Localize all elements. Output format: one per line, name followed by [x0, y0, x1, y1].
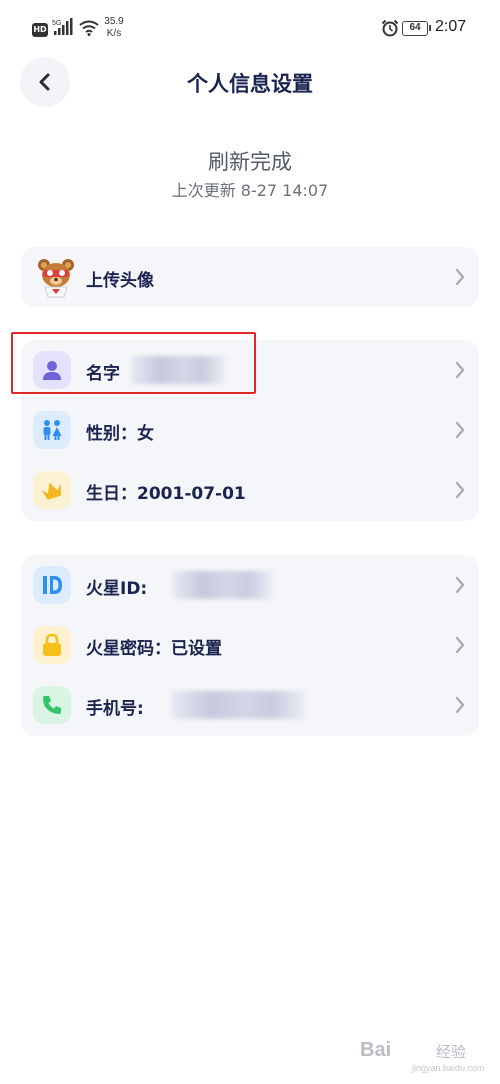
gender-label: 性别：女 [86, 424, 154, 444]
upload-avatar-row[interactable]: 上传头像 [21, 247, 479, 307]
page-title: 个人信息设置 [187, 72, 313, 96]
mars-id-row[interactable]: 火星ID: [21, 555, 479, 615]
gender-row[interactable]: 性别：女 [21, 400, 479, 460]
alarm-icon [381, 19, 399, 37]
chevron-right-icon [455, 268, 465, 286]
watermark-text: 经验 [436, 1043, 467, 1061]
watermark-url: jingyan.baidu.com [412, 1063, 485, 1073]
chevron-right-icon [455, 421, 465, 439]
birthday-row[interactable]: 生日：2001-07-01 [21, 460, 479, 520]
chevron-right-icon [455, 636, 465, 654]
crown-icon [33, 471, 71, 509]
mars-id-label: 火星ID: [86, 579, 148, 599]
id-icon [33, 566, 71, 604]
gender-icon [33, 411, 71, 449]
upload-avatar-label: 上传头像 [86, 271, 154, 291]
phone-row[interactable]: 手机号: [21, 675, 479, 735]
mars-password-label: 火星密码：已设置 [86, 639, 222, 659]
refresh-status: 刷新完成 [208, 150, 292, 174]
highlight-box [11, 332, 256, 394]
birthday-label: 生日：2001-07-01 [86, 484, 246, 504]
cellular-signal-icon: 5G [52, 18, 73, 35]
mars-password-row[interactable]: 火星密码：已设置 [21, 615, 479, 675]
phone-label: 手机号: [86, 699, 144, 719]
network-type: 5G [52, 20, 61, 27]
status-bar: HD 5G 35.9 K/s 64 2:07 [0, 0, 500, 56]
battery-indicator: 64 [402, 21, 431, 36]
network-speed: 35.9 K/s [104, 16, 124, 39]
chevron-right-icon [455, 576, 465, 594]
avatar-bear-icon [35, 256, 77, 298]
status-time: 2:07 [435, 18, 467, 35]
chevron-right-icon [455, 696, 465, 714]
phone-redacted [171, 691, 306, 719]
watermark-logo: Bai [360, 1039, 392, 1061]
phone-icon [33, 686, 71, 724]
account-card: 火星ID: 火星密码：已设置 手机号: [21, 555, 479, 736]
lock-icon [33, 626, 71, 664]
watermark: Bai 经验 jingyan.baidu.com [360, 1035, 490, 1075]
avatar-card: 上传头像 [21, 247, 479, 307]
wifi-icon [79, 20, 99, 36]
mars-id-redacted [173, 571, 273, 599]
chevron-right-icon [455, 481, 465, 499]
last-updated: 上次更新 8-27 14:07 [171, 181, 329, 200]
hd-badge: HD [32, 23, 48, 37]
chevron-right-icon [455, 361, 465, 379]
